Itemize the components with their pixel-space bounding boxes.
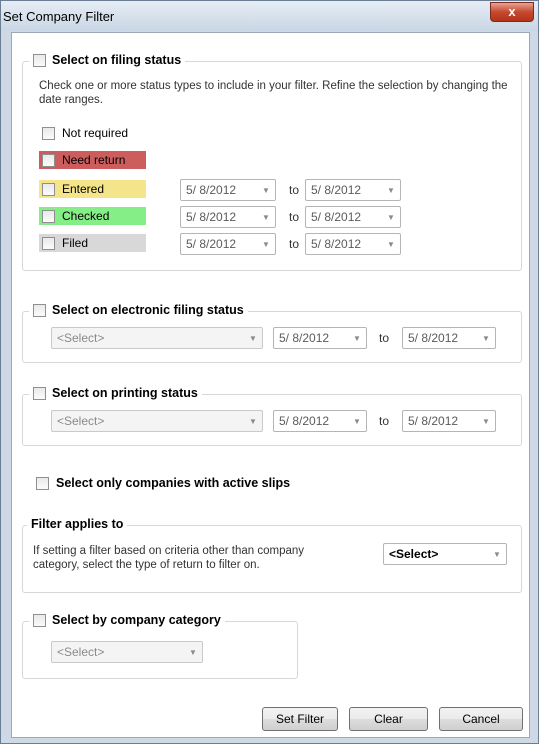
printing-to-value: 5/ 8/2012 — [408, 414, 459, 428]
company-category-label: Select by company category — [52, 613, 221, 627]
chevron-down-icon: ▼ — [482, 416, 490, 426]
filter-applies-group: Filter applies to If setting a filter ba… — [22, 517, 522, 593]
printing-from-date[interactable]: 5/ 8/2012 ▼ — [273, 410, 367, 432]
status-not-required[interactable]: Not required — [39, 124, 146, 142]
filed-to-label: to — [289, 237, 300, 251]
printing-status-select[interactable]: <Select> ▼ — [51, 410, 263, 432]
electronic-select-value: <Select> — [57, 331, 105, 345]
filing-status-group: Select on filing status Check one or mor… — [22, 53, 522, 271]
electronic-to-date[interactable]: 5/ 8/2012 ▼ — [402, 327, 496, 349]
clear-button[interactable]: Clear — [349, 707, 428, 731]
filed-label: Filed — [62, 236, 89, 250]
chevron-down-icon: ▼ — [387, 212, 395, 222]
electronic-filing-group: Select on electronic filing status <Sele… — [22, 303, 522, 363]
need-return-label: Need return — [62, 153, 126, 167]
entered-to-date[interactable]: 5/ 8/2012 ▼ — [305, 179, 401, 201]
company-category-select[interactable]: <Select> ▼ — [51, 641, 203, 663]
title-bar: Set Company Filter x — [1, 1, 538, 31]
status-filed[interactable]: Filed — [39, 234, 146, 252]
printing-to-label: to — [379, 414, 390, 428]
status-entered[interactable]: Entered — [39, 180, 146, 198]
active-slips-option[interactable]: Select only companies with active slips — [36, 476, 290, 490]
printing-status-legend: Select on printing status — [29, 386, 202, 400]
printing-status-group: Select on printing status <Select> ▼ 5/ 8… — [22, 386, 522, 446]
checked-to-date[interactable]: 5/ 8/2012 ▼ — [305, 206, 401, 228]
checked-to-value: 5/ 8/2012 — [311, 210, 362, 224]
active-slips-label: Select only companies with active slips — [56, 476, 291, 490]
chevron-down-icon: ▼ — [262, 239, 270, 249]
electronic-filing-legend: Select on electronic filing status — [29, 303, 248, 317]
return-type-select[interactable]: <Select> ▼ — [383, 543, 507, 565]
checked-to-label: to — [289, 210, 300, 224]
electronic-filing-label: Select on electronic filing status — [52, 303, 244, 317]
chevron-down-icon: ▼ — [387, 239, 395, 249]
return-type-value: <Select> — [389, 547, 439, 561]
filing-status-description: Check one or more status types to includ… — [39, 80, 508, 106]
chevron-down-icon: ▼ — [249, 416, 257, 426]
not-required-checkbox[interactable] — [42, 126, 55, 140]
cancel-button[interactable]: Cancel — [439, 707, 523, 731]
close-icon: x — [508, 4, 516, 19]
entered-label: Entered — [62, 182, 105, 196]
status-need-return[interactable]: Need return — [39, 151, 146, 169]
category-select-value: <Select> — [57, 645, 105, 659]
filed-to-date[interactable]: 5/ 8/2012 ▼ — [305, 233, 401, 255]
printing-status-checkbox[interactable] — [33, 386, 46, 400]
checked-checkbox[interactable] — [42, 209, 55, 223]
printing-select-value: <Select> — [57, 414, 105, 428]
chevron-down-icon: ▼ — [353, 416, 361, 426]
active-slips-checkbox[interactable] — [36, 476, 49, 490]
electronic-from-date[interactable]: 5/ 8/2012 ▼ — [273, 327, 367, 349]
chevron-down-icon: ▼ — [353, 333, 361, 343]
company-category-checkbox[interactable] — [33, 613, 46, 627]
entered-checkbox[interactable] — [42, 182, 55, 196]
not-required-label: Not required — [62, 126, 129, 140]
electronic-status-select[interactable]: <Select> ▼ — [51, 327, 263, 349]
printing-status-label: Select on printing status — [52, 386, 198, 400]
filed-from-date[interactable]: 5/ 8/2012 ▼ — [180, 233, 276, 255]
chevron-down-icon: ▼ — [493, 549, 501, 559]
chevron-down-icon: ▼ — [262, 212, 270, 222]
filing-status-label: Select on filing status — [52, 53, 182, 67]
printing-to-date[interactable]: 5/ 8/2012 ▼ — [402, 410, 496, 432]
filter-applies-description: If setting a filter based on criteria ot… — [33, 545, 305, 571]
company-category-legend: Select by company category — [29, 613, 225, 627]
filed-to-value: 5/ 8/2012 — [311, 237, 362, 251]
chevron-down-icon: ▼ — [387, 185, 395, 195]
entered-from-date[interactable]: 5/ 8/2012 ▼ — [180, 179, 276, 201]
printing-from-value: 5/ 8/2012 — [279, 414, 330, 428]
electronic-filing-checkbox[interactable] — [33, 303, 46, 317]
filed-from-value: 5/ 8/2012 — [186, 237, 237, 251]
window-title: Set Company Filter — [3, 9, 115, 24]
chevron-down-icon: ▼ — [249, 333, 257, 343]
need-return-checkbox[interactable] — [42, 153, 55, 167]
checked-from-value: 5/ 8/2012 — [186, 210, 237, 224]
set-filter-button[interactable]: Set Filter — [262, 707, 338, 731]
filing-status-checkbox[interactable] — [33, 53, 46, 67]
dialog-content: Select on filing status Check one or mor… — [11, 32, 530, 738]
status-checked[interactable]: Checked — [39, 207, 146, 225]
electronic-from-value: 5/ 8/2012 — [279, 331, 330, 345]
electronic-to-label: to — [379, 331, 390, 345]
entered-to-value: 5/ 8/2012 — [311, 183, 362, 197]
electronic-to-value: 5/ 8/2012 — [408, 331, 459, 345]
checked-from-date[interactable]: 5/ 8/2012 ▼ — [180, 206, 276, 228]
chevron-down-icon: ▼ — [482, 333, 490, 343]
entered-to-label: to — [289, 183, 300, 197]
company-category-group: Select by company category <Select> ▼ — [22, 613, 298, 679]
close-button[interactable]: x — [490, 2, 534, 22]
filter-applies-legend: Filter applies to — [27, 517, 128, 531]
filing-status-legend: Select on filing status — [29, 53, 186, 67]
filed-checkbox[interactable] — [42, 236, 55, 250]
chevron-down-icon: ▼ — [189, 647, 197, 657]
dialog-window: Set Company Filter x Select on filing st… — [0, 0, 539, 744]
chevron-down-icon: ▼ — [262, 185, 270, 195]
checked-label: Checked — [62, 209, 110, 223]
entered-from-value: 5/ 8/2012 — [186, 183, 237, 197]
